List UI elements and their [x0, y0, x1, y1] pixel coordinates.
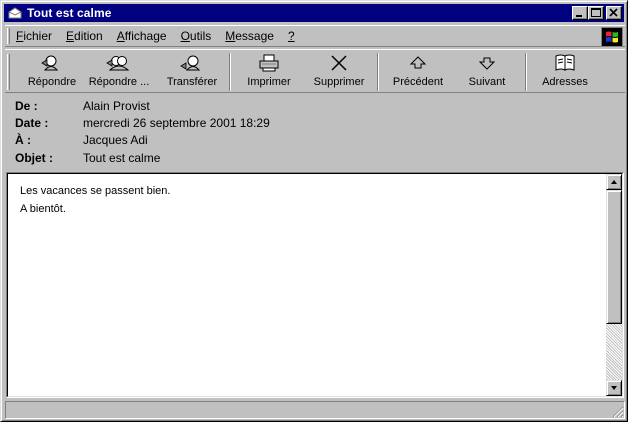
menu-edition[interactable]: Edition	[66, 29, 103, 43]
toolbar: Répondre Répondre ... Transférer Imprime…	[5, 49, 625, 93]
from-label: De :	[15, 99, 38, 113]
header-date: Date : mercredi 26 septembre 2001 18:29	[15, 116, 270, 130]
message-body-frame: Les vacances se passent bien. A bientôt.	[6, 172, 624, 398]
windows-logo-icon	[601, 27, 623, 47]
menu-fichier[interactable]: Fichier	[16, 29, 52, 43]
forward-button[interactable]: Transférer	[163, 52, 221, 92]
minimize-button[interactable]	[572, 6, 588, 20]
scroll-down-button[interactable]	[606, 380, 622, 396]
toolbar-separator	[229, 53, 231, 91]
window-controls	[572, 6, 622, 20]
menu-grip[interactable]	[7, 28, 10, 44]
next-button[interactable]: Suivant	[463, 52, 511, 92]
envelope-icon[interactable]	[7, 6, 23, 20]
printer-icon	[257, 52, 281, 74]
scroll-up-button[interactable]	[606, 174, 622, 190]
close-button[interactable]	[606, 6, 622, 20]
scroll-thumb[interactable]	[606, 190, 622, 324]
header-subject: Objet : Tout est calme	[15, 151, 160, 165]
toolbar-separator	[525, 53, 527, 91]
message-window: Tout est calme Fichier Edition Affichage…	[0, 0, 628, 422]
message-line: A bientôt.	[20, 203, 66, 215]
from-value: Alain Provist	[83, 99, 150, 113]
arrow-up-small-icon	[611, 180, 617, 184]
status-bar	[5, 401, 625, 419]
message-text[interactable]: Les vacances se passent bien. A bientôt.	[20, 182, 170, 218]
header-to: À : Jacques Adi	[15, 133, 148, 147]
date-label: Date :	[15, 116, 49, 130]
to-value: Jacques Adi	[83, 133, 148, 147]
minimize-icon	[576, 15, 582, 17]
subject-value: Tout est calme	[83, 151, 161, 165]
menu-outils[interactable]: Outils	[181, 29, 212, 43]
message-line: Les vacances se passent bien.	[20, 185, 171, 197]
print-button[interactable]: Imprimer	[243, 52, 295, 92]
menu-help[interactable]: ?	[288, 29, 295, 43]
arrow-down-small-icon	[611, 386, 617, 390]
date-value: mercredi 26 septembre 2001 18:29	[83, 116, 270, 130]
subject-label: Objet :	[15, 151, 53, 165]
arrow-up-icon	[408, 52, 428, 74]
reply-all-icon	[105, 52, 133, 74]
previous-button[interactable]: Précédent	[389, 52, 447, 92]
toolbar-grip[interactable]	[7, 54, 10, 90]
menu-affichage[interactable]: Affichage	[117, 29, 167, 43]
address-book-icon	[554, 52, 576, 74]
title-bar[interactable]: Tout est calme	[4, 4, 624, 22]
toolbar-separator	[377, 53, 379, 91]
window-title: Tout est calme	[27, 6, 112, 20]
to-label: À :	[15, 133, 31, 147]
addresses-button[interactable]: Adresses	[537, 52, 593, 92]
maximize-icon	[591, 8, 601, 17]
close-icon	[609, 8, 618, 17]
forward-icon	[179, 52, 205, 74]
message-body[interactable]: Les vacances se passent bien. A bientôt.	[7, 173, 623, 397]
arrow-down-icon	[477, 52, 497, 74]
resize-grip-icon[interactable]	[611, 405, 624, 418]
header-from: De : Alain Provist	[15, 99, 150, 113]
reply-button[interactable]: Répondre	[23, 52, 81, 92]
menu-bar: Fichier Edition Affichage Outils Message…	[5, 25, 625, 47]
reply-icon	[39, 52, 65, 74]
delete-button[interactable]: Supprimer	[309, 52, 369, 92]
vertical-scrollbar[interactable]	[606, 174, 622, 396]
delete-icon	[328, 52, 350, 74]
reply-all-button[interactable]: Répondre ...	[87, 52, 151, 92]
menu-message[interactable]: Message	[225, 29, 274, 43]
maximize-button[interactable]	[588, 6, 604, 20]
